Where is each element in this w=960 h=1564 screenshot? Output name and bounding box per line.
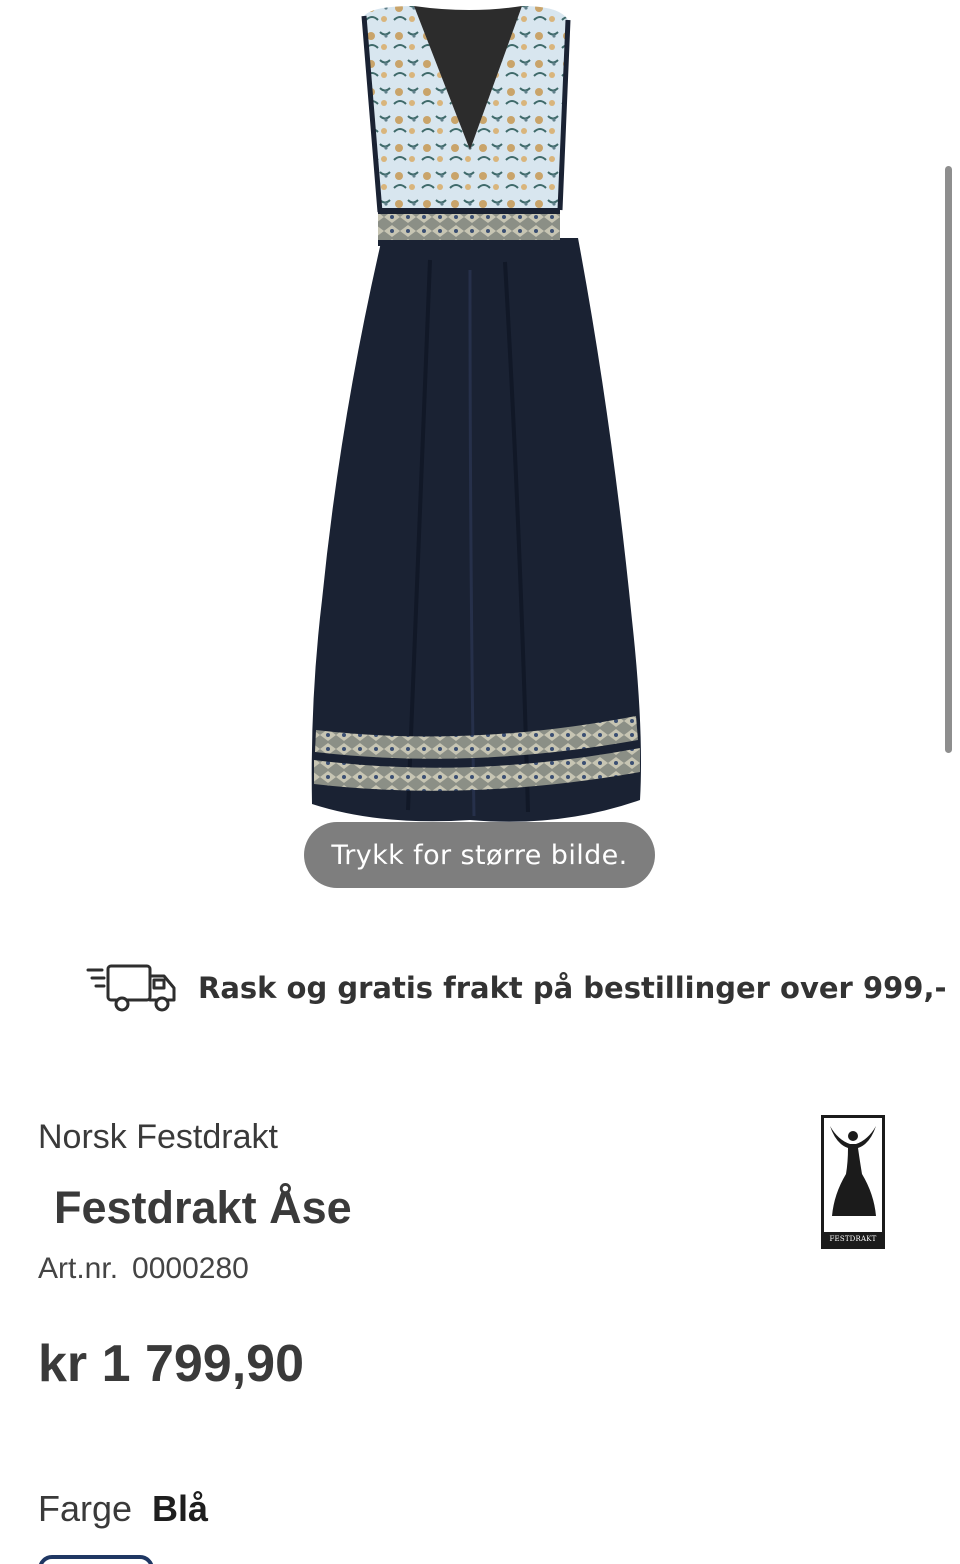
logo-text: FESTDRAKT — [824, 1232, 882, 1246]
dress-illustration — [311, 6, 641, 822]
color-value: Blå — [152, 1488, 209, 1529]
article-number: Art.nr. 0000280 — [38, 1252, 249, 1286]
product-image[interactable]: Trykk for større bilde. — [0, 0, 960, 900]
color-swatch-bla[interactable] — [38, 1555, 154, 1564]
product-page: Trykk for større bilde. Rask og gratis f… — [0, 0, 960, 1564]
zoom-hint[interactable]: Trykk for større bilde. — [304, 822, 655, 888]
color-selector-label: Farge Blå — [38, 1488, 208, 1530]
scrollbar[interactable] — [945, 166, 952, 753]
artnr-label: Art.nr. — [38, 1252, 119, 1285]
dancer-silhouette-icon — [830, 1126, 876, 1216]
product-title: Festdrakt Åse — [54, 1182, 352, 1233]
shipping-banner: Rask og gratis frakt på bestillinger ove… — [86, 958, 947, 1018]
product-price: kr 1 799,90 — [38, 1335, 305, 1393]
product-brand[interactable]: Norsk Festdrakt — [38, 1118, 278, 1157]
artnr-value: 0000280 — [132, 1252, 249, 1285]
brand-logo[interactable]: FESTDRAKT — [821, 1115, 885, 1249]
delivery-truck-icon — [86, 964, 176, 1012]
color-label: Farge — [38, 1488, 133, 1529]
shipping-text: Rask og gratis frakt på bestillinger ove… — [198, 971, 947, 1005]
